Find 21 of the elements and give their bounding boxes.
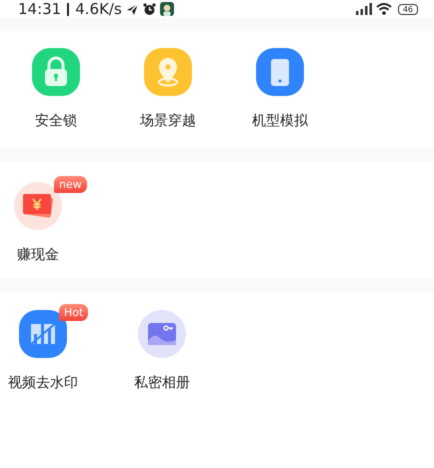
badge: Hot [59,304,88,321]
feature-label[interactable]: 机型模拟 [252,112,308,130]
phone-icon[interactable] [256,48,304,96]
feature-label[interactable]: 视频去水印 [8,374,78,392]
cash-envelope-icon[interactable] [14,182,62,230]
photo-album-icon[interactable] [138,310,186,358]
alarm-icon [142,2,156,16]
battery-indicator: 46 [398,4,418,14]
feature-label[interactable]: 赚现金 [17,246,59,264]
feature-label[interactable]: 场景穿越 [140,112,196,130]
no-notification-icon [126,2,139,16]
badge: new [54,176,87,193]
status-time: 14:31 [18,0,62,18]
wifi-icon [376,3,392,15]
feature-label[interactable]: 私密相册 [134,374,190,392]
network-speed: 4.6K/s [75,0,122,18]
feature-label[interactable]: 安全锁 [35,112,77,130]
signal-icon [356,3,372,15]
lock-icon[interactable] [32,48,80,96]
app-notification-icon [160,2,174,16]
watermark-icon[interactable] [19,310,67,358]
